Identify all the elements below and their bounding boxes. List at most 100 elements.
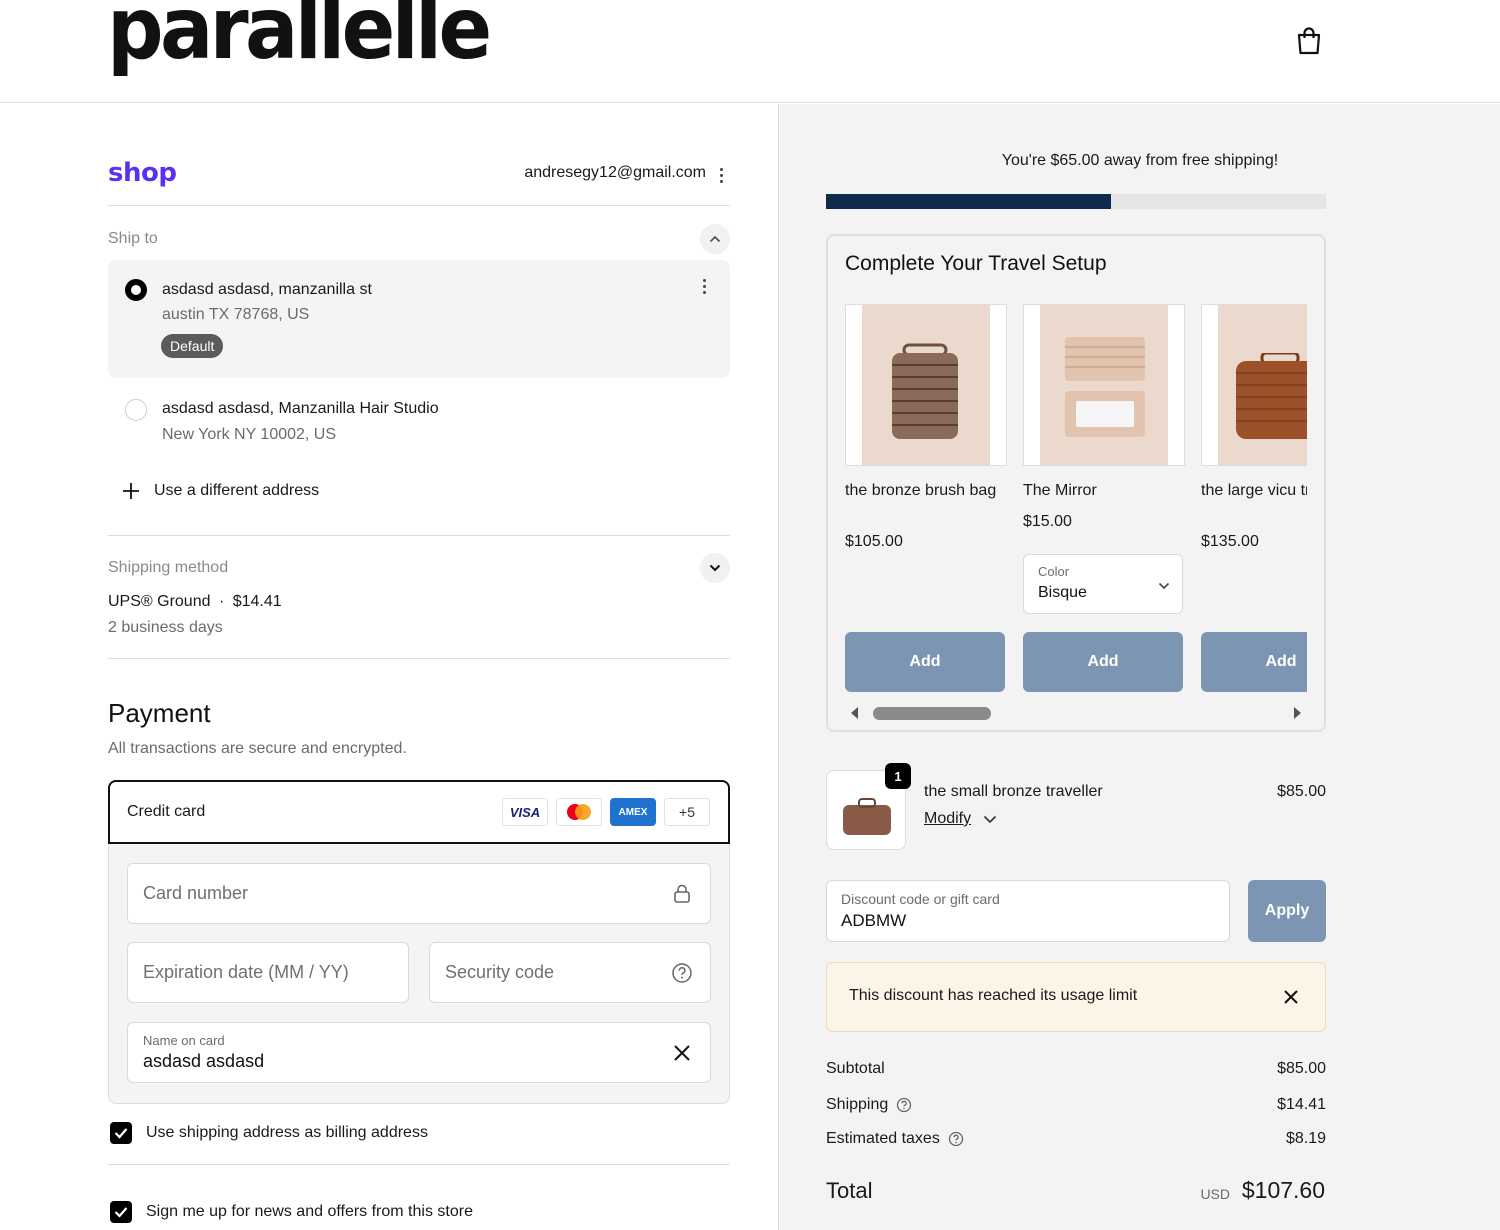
default-badge: Default bbox=[161, 334, 224, 358]
close-icon[interactable] bbox=[1279, 985, 1303, 1009]
billing-same-checkbox[interactable]: Use shipping address as billing address bbox=[110, 1122, 428, 1144]
chevron-down-icon bbox=[1158, 577, 1170, 595]
credit-card-panel: Credit card VISA AMEX +5 Card number Exp… bbox=[108, 780, 730, 1104]
line-item-name: the small bronze traveller bbox=[924, 783, 1103, 800]
mastercard-icon bbox=[556, 798, 602, 826]
upsell-title: Complete Your Travel Setup bbox=[845, 252, 1107, 275]
discount-error-alert: This discount has reached its usage limi… bbox=[826, 962, 1326, 1032]
shipping-label: Shipping bbox=[826, 1096, 889, 1113]
color-select[interactable]: Color Bisque bbox=[1023, 554, 1183, 614]
progress-fill bbox=[826, 194, 1111, 209]
address-name: asdasd asdasd, manzanilla st bbox=[162, 281, 372, 298]
site-header: parallelle bbox=[0, 0, 1500, 103]
scroll-left-icon[interactable] bbox=[851, 707, 858, 719]
help-icon[interactable] bbox=[670, 961, 694, 985]
alert-message: This discount has reached its usage limi… bbox=[849, 987, 1138, 1004]
product-name[interactable]: The Mirror bbox=[1023, 480, 1183, 501]
lock-icon bbox=[670, 882, 694, 906]
name-on-card-field[interactable]: Name on card asdasd asdasd bbox=[127, 1022, 711, 1083]
product-image[interactable] bbox=[845, 304, 1007, 466]
shipping-label-group: Shipping bbox=[826, 1096, 912, 1114]
more-cards-badge: +5 bbox=[664, 798, 710, 826]
shipping-price: $14.41 bbox=[232, 593, 282, 610]
modify-label: Modify bbox=[924, 810, 972, 827]
newsletter-checkbox[interactable]: Sign me up for news and offers from this… bbox=[110, 1201, 473, 1223]
shipping-method-label: Shipping method bbox=[108, 559, 229, 576]
total-label: Total bbox=[826, 1178, 873, 1203]
account-menu-icon[interactable] bbox=[714, 165, 728, 185]
shipping-eta: 2 business days bbox=[108, 619, 223, 636]
ship-to-label: Ship to bbox=[108, 230, 158, 247]
add-to-cart-button[interactable]: Add bbox=[1023, 632, 1183, 692]
clear-icon[interactable] bbox=[670, 1041, 694, 1065]
apply-discount-button[interactable]: Apply bbox=[1248, 880, 1326, 942]
scrollbar-thumb[interactable] bbox=[873, 707, 991, 720]
expiry-field[interactable]: Expiration date (MM / YY) bbox=[127, 942, 409, 1003]
add-to-cart-button[interactable]: Add bbox=[845, 632, 1005, 692]
security-code-field[interactable]: Security code bbox=[429, 942, 711, 1003]
product-name[interactable]: the bronze brush bag bbox=[845, 480, 1005, 501]
add-address-button[interactable]: Use a different address bbox=[122, 482, 319, 500]
taxes-value: $8.19 bbox=[1285, 1130, 1326, 1147]
add-to-cart-button[interactable]: Add bbox=[1201, 632, 1307, 692]
payment-subtitle: All transactions are secure and encrypte… bbox=[108, 740, 407, 757]
address-line: New York NY 10002, US bbox=[162, 426, 337, 443]
address-radio[interactable] bbox=[125, 399, 147, 421]
product-image[interactable] bbox=[1201, 304, 1307, 466]
help-icon[interactable] bbox=[896, 1097, 912, 1113]
discount-code-field[interactable]: Discount code or gift card ADBMW bbox=[826, 880, 1230, 942]
product-image[interactable] bbox=[1023, 304, 1185, 466]
card-number-placeholder: Card number bbox=[143, 883, 249, 903]
chevron-up-icon[interactable] bbox=[700, 224, 730, 254]
shopping-bag-icon[interactable] bbox=[1292, 24, 1326, 58]
card-brand-logos: VISA AMEX +5 bbox=[502, 798, 710, 826]
address-radio-selected[interactable] bbox=[125, 279, 147, 301]
checkbox-checked[interactable] bbox=[110, 1122, 132, 1144]
divider bbox=[108, 658, 730, 659]
product-card: The Mirror $15.00 Color Bisque Add bbox=[1023, 304, 1185, 696]
name-on-card-value: asdasd asdasd bbox=[143, 1051, 265, 1071]
subtotal-value: $85.00 bbox=[1277, 1060, 1326, 1077]
line-item-price: $85.00 bbox=[1277, 783, 1326, 800]
separator: · bbox=[218, 593, 225, 610]
taxes-label-group: Estimated taxes bbox=[826, 1130, 964, 1148]
add-address-label: Use a different address bbox=[154, 482, 320, 499]
modify-link[interactable]: Modify bbox=[924, 810, 997, 828]
upsell-carousel: Complete Your Travel Setup the bronze br… bbox=[826, 234, 1326, 732]
discount-label: Discount code or gift card bbox=[841, 891, 1000, 907]
color-select-value: Bisque bbox=[1038, 584, 1087, 601]
order-summary: You're $65.00 away from free shipping! C… bbox=[778, 104, 1500, 1230]
billing-same-label: Use shipping address as billing address bbox=[146, 1124, 428, 1141]
help-icon[interactable] bbox=[948, 1131, 964, 1147]
expiry-placeholder: Expiration date (MM / YY) bbox=[143, 962, 349, 982]
carousel-scrollbar[interactable] bbox=[845, 701, 1307, 725]
visa-icon: VISA bbox=[502, 798, 548, 826]
address-option-selected[interactable]: asdasd asdasd, manzanilla st austin TX 7… bbox=[108, 260, 730, 378]
checkbox-checked[interactable] bbox=[110, 1201, 132, 1223]
address-menu-icon[interactable] bbox=[697, 276, 711, 296]
scroll-right-icon[interactable] bbox=[1294, 707, 1301, 719]
cart-line-item: 1 the small bronze traveller Modify $85.… bbox=[826, 763, 1326, 850]
product-price: $15.00 bbox=[1023, 513, 1072, 530]
newsletter-label: Sign me up for news and offers from this… bbox=[146, 1203, 473, 1220]
amex-icon: AMEX bbox=[610, 798, 656, 826]
product-price: $105.00 bbox=[845, 533, 903, 550]
shop-pay-logo: shop bbox=[108, 158, 177, 188]
shipping-method-summary: UPS® Ground · $14.41 bbox=[108, 593, 282, 611]
card-number-field[interactable]: Card number bbox=[127, 863, 711, 924]
credit-card-option[interactable]: Credit card VISA AMEX +5 bbox=[108, 780, 730, 844]
brand-logo[interactable]: parallelle bbox=[107, 0, 492, 72]
product-name[interactable]: the large vicu traveller bbox=[1201, 480, 1307, 501]
product-card: the bronze brush bag $105.00 Add bbox=[845, 304, 1007, 696]
shipping-carrier: UPS® Ground bbox=[108, 593, 211, 610]
divider bbox=[108, 205, 730, 206]
free-shipping-progress bbox=[826, 194, 1326, 209]
chevron-down-icon[interactable] bbox=[700, 553, 730, 583]
shipping-value: $14.41 bbox=[1277, 1096, 1326, 1113]
free-shipping-message: You're $65.00 away from free shipping! bbox=[1001, 152, 1279, 169]
total-value: $107.60 bbox=[1241, 1177, 1325, 1203]
quantity-badge: 1 bbox=[885, 763, 911, 789]
name-on-card-label: Name on card bbox=[143, 1033, 225, 1048]
product-card: the large vicu traveller $135.00 Add bbox=[1201, 304, 1307, 696]
payment-title: Payment bbox=[108, 698, 211, 728]
